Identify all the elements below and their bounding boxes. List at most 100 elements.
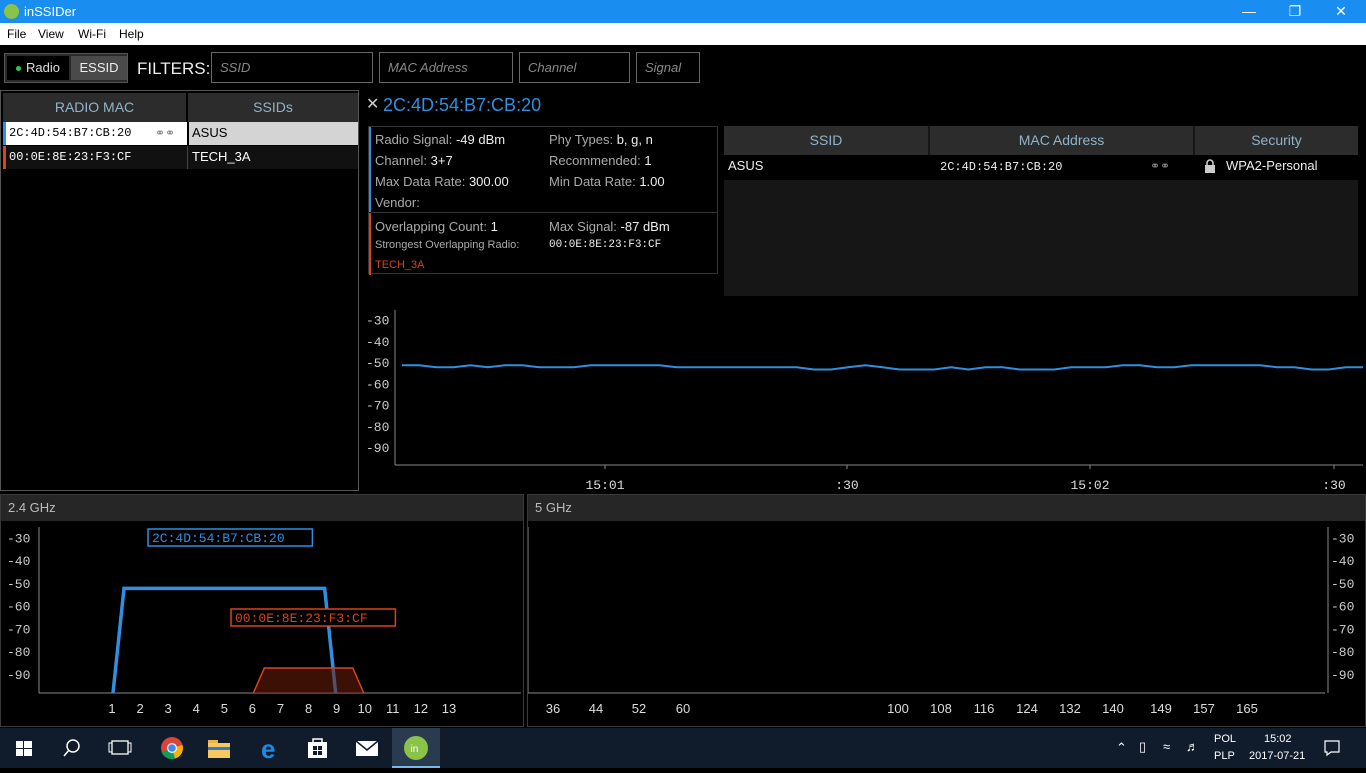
channel-chart-5ghz: -30-30-40-40-50-50-60-60-70-70-80-80-90-… [528,527,1354,716]
edge-button[interactable]: e [246,728,294,768]
volume-icon[interactable]: ♬ [1186,739,1199,754]
notifications-icon[interactable] [1323,739,1341,757]
table-row[interactable]: ASUS 2C:4D:54:B7:CB:20 ⚭⚭ WPA2-Personal [724,155,1358,180]
show-hidden-icons-chevron-icon[interactable]: ⌃ [1116,740,1127,756]
channel: Channel: 3+7 [375,153,453,168]
window-title: inSSIDer [24,4,77,19]
max-signal: Max Signal: -87 dBm [549,219,670,234]
signal-filter-input[interactable]: Signal [636,52,700,83]
store-icon [308,738,327,758]
x-tick-label: 12 [414,701,428,716]
panel-5ghz: 5 GHz -30-30-40-40-50-50-60-60-70-70-80-… [527,494,1366,727]
link-icon: ⚭⚭ [155,126,176,140]
y-tick-label: -60 [7,600,30,615]
x-tick-label: 8 [305,701,312,716]
x-tick-label: 36 [546,701,560,716]
vendor: Vendor: [375,195,420,210]
x-tick-label: 1 [108,701,115,716]
svg-text:e: e [261,734,275,764]
y-tick-label: -80 [7,645,30,660]
radio-view-button[interactable]: Radio [7,56,69,80]
overlapping-count: Overlapping Count: 1 [375,219,498,234]
menu-bar: File View Wi-Fi Help [0,23,1366,45]
ssid-table: SSID MAC Address Security ASUS 2C:4D:54:… [724,126,1358,296]
x-tick-label: 6 [249,701,256,716]
y-tick-label: -70 [7,622,30,637]
x-tick-label: 2 [136,701,143,716]
mac-column-header[interactable]: MAC Address [930,126,1193,155]
x-tick-label: 149 [1150,701,1172,716]
radio-mac-header[interactable]: RADIO MAC [3,93,186,122]
start-button[interactable] [0,728,48,768]
x-tick-label: 3 [165,701,172,716]
svg-text:in: in [411,744,419,755]
x-tick-label: 157 [1193,701,1215,716]
restore-button[interactable]: ❐ [1272,0,1318,23]
recommended-channel: Recommended: 1 [549,153,652,168]
close-window-button[interactable]: ✕ [1318,0,1364,23]
signal-series-line [402,364,1363,371]
lock-icon [1204,159,1215,173]
divider [371,212,717,213]
radio-color-marker [369,127,371,212]
y-tick-label: -40 [1331,554,1354,569]
active-dot-icon [16,66,21,71]
x-tick-label: 15:02 [1070,478,1109,493]
panel-5ghz-title: 5 GHz [528,495,1365,521]
ssids-header[interactable]: SSIDs [188,93,358,122]
table-row[interactable]: 00:0E:8E:23:F3:CF TECH_3A [3,146,358,169]
app-icon [4,4,19,19]
table-row[interactable]: 2C:4D:54:B7:CB:20 ⚭⚭ ASUS [3,122,358,145]
keyboard-layout[interactable]: PLP [1214,750,1235,762]
store-button[interactable] [294,728,342,768]
menu-help[interactable]: Help [119,27,144,41]
y-tick-label: -50 [1331,577,1354,592]
ssid-column-header[interactable]: SSID [724,126,928,155]
mail-icon [355,740,379,756]
clock-date[interactable]: 2017-07-21 [1249,750,1305,762]
menu-view[interactable]: View [38,27,64,41]
strongest-overlapping-label: Strongest Overlapping Radio: [375,239,520,251]
y-tick-label: -90 [1331,668,1354,683]
inssider-app-icon: in [404,736,428,760]
minimize-button[interactable]: — [1226,0,1272,23]
x-tick-label: 60 [676,701,690,716]
y-tick-label: -30 [366,314,389,329]
ssid-filter-input[interactable]: SSID [211,52,373,83]
file-explorer-button[interactable] [196,728,244,768]
strongest-overlapping-ssid[interactable]: TECH_3A [375,259,425,271]
taskbar: e in ⌃ ▯ ≈ ♬ POL PLP 15:02 2017-07-21 [0,728,1366,768]
title-bar: inSSIDer — ❐ ✕ [0,0,1366,23]
y-tick-label: -80 [366,420,389,435]
x-tick-label: 100 [887,701,909,716]
details-title: 2C:4D:54:B7:CB:20 [383,95,542,115]
chrome-icon [161,737,183,760]
wifi-icon[interactable]: ≈ [1163,739,1170,754]
toolbar: Radio ESSID FILTERS: SSID MAC Address Ch… [0,45,1366,90]
menu-wifi[interactable]: Wi-Fi [78,27,106,41]
x-tick-label: 10 [357,701,371,716]
x-tick-label: 165 [1236,701,1258,716]
menu-file[interactable]: File [7,27,26,41]
input-language[interactable]: POL [1214,733,1236,745]
search-button[interactable] [48,728,96,768]
close-details-icon[interactable]: ✕ [366,94,379,114]
channel-filter-input[interactable]: Channel [519,52,630,83]
x-tick-label: 108 [930,701,952,716]
x-tick-label: 7 [277,701,284,716]
y-tick-label: -70 [1331,622,1354,637]
search-icon [63,739,80,757]
clock-time[interactable]: 15:02 [1264,733,1292,745]
mac-filter-input[interactable]: MAC Address [379,52,513,83]
x-tick-label: 4 [193,701,200,716]
ssid-cell: ASUS [728,158,764,173]
mac-cell: 2C:4D:54:B7:CB:20 [940,160,1063,174]
battery-icon[interactable]: ▯ [1139,739,1146,755]
chrome-button[interactable] [148,728,196,768]
security-column-header[interactable]: Security [1195,126,1358,155]
task-view-button[interactable] [96,728,144,768]
folder-icon [208,740,230,758]
mail-button[interactable] [343,728,391,768]
inssider-taskbar-button[interactable]: in [392,728,440,768]
essid-view-button[interactable]: ESSID [71,56,127,80]
